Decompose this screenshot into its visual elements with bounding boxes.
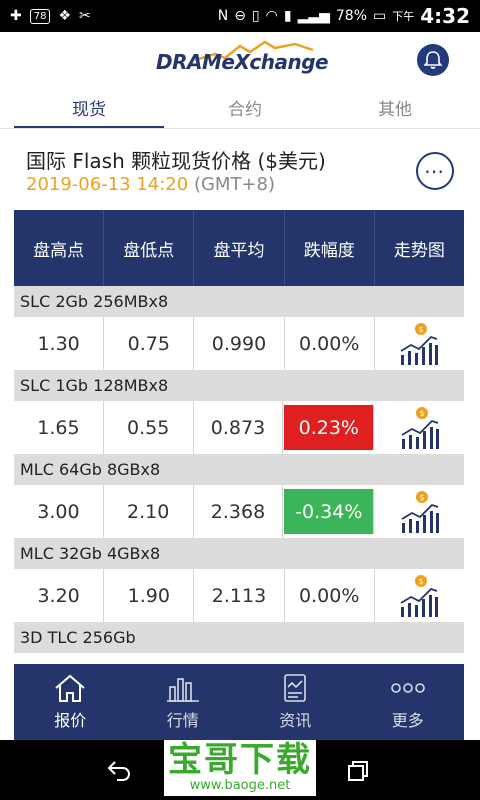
watermark: 宝哥下载 www.baoge.net (164, 740, 316, 796)
watermark-title: 宝哥下载 (168, 740, 312, 780)
cell-avg: 0.873 (194, 401, 284, 454)
status-left: ✚ 78 ❖ ✂ (10, 0, 91, 32)
cell-avg: 0.990 (194, 317, 285, 370)
column-header-high[interactable]: 盘高点 (14, 210, 105, 286)
cell-high: 3.00 (14, 485, 104, 538)
notification-badge: 78 (29, 8, 51, 24)
battery-icon: ▭ (373, 8, 387, 24)
cell-trend[interactable]: $ (375, 485, 464, 538)
cell-high: 1.30 (14, 317, 105, 370)
table-row[interactable]: 1.65 0.55 0.873 0.23% $ (14, 401, 464, 454)
tabs-divider (0, 128, 480, 129)
cell-change-up: 0.23% (284, 405, 375, 450)
cell-high: 3.20 (14, 569, 105, 622)
cell-trend[interactable]: $ (375, 569, 464, 622)
logo: DRAMeXchange (156, 50, 329, 74)
cell-high: 1.65 (14, 401, 104, 454)
column-header-avg[interactable]: 盘平均 (194, 210, 285, 286)
watermark-url: www.baoge.net (189, 778, 291, 793)
svg-text:$: $ (419, 577, 424, 586)
table-row[interactable]: 3.00 2.10 2.368 -0.34% $ (14, 485, 464, 538)
nav-label: 行情 (166, 711, 199, 730)
nav-market[interactable]: 行情 (127, 664, 240, 740)
svg-text:$: $ (419, 493, 424, 502)
trend-chart-icon: $ (401, 406, 439, 449)
cell-trend[interactable]: $ (375, 317, 464, 370)
svg-text:$: $ (419, 325, 424, 334)
sim-icon: ▮ (283, 8, 292, 24)
nav-label: 资讯 (279, 711, 312, 730)
wifi-icon: ◠ (265, 8, 278, 24)
cell-trend[interactable]: $ (375, 401, 464, 454)
cell-low: 2.10 (104, 485, 194, 538)
bottom-nav: 报价 行情 资讯 更多 (14, 664, 464, 740)
more-options-button[interactable]: ⋯ (416, 152, 454, 190)
page-datetime: 2019-06-13 14:20 (GMT+8) (26, 174, 275, 195)
column-header-trend: 走势图 (393, 240, 445, 261)
vibrate-icon: ▯ (251, 8, 260, 24)
mute-icon: ✂ (79, 8, 91, 24)
price-table: 盘高点 盘低点 盘平均 跌幅度 走势图 SLC 2Gb 256MBx8 1.30… (14, 210, 464, 653)
back-icon[interactable] (107, 758, 133, 782)
tab-contract[interactable]: 合约 (170, 92, 320, 128)
bar-chart-icon (166, 678, 199, 702)
nav-quotes[interactable]: 报价 (14, 664, 127, 740)
home-icon (55, 674, 85, 702)
active-tab-indicator (14, 126, 164, 128)
signal-icon: ▂▃▅ (297, 8, 330, 24)
nav-label: 更多 (391, 711, 424, 730)
clock: 4:32 (420, 4, 470, 28)
time-prefix: 下午 (392, 10, 415, 23)
table-header: 盘高点 盘低点 盘平均 跌幅度 走势图 (14, 210, 464, 286)
timezone: (GMT+8) (193, 174, 275, 195)
app-icon: ❖ (58, 8, 72, 24)
trend-chart-icon: $ (400, 574, 439, 617)
table-row[interactable]: 1.30 0.75 0.990 0.00% $ (14, 317, 464, 370)
notification-button[interactable] (417, 44, 449, 76)
cell-change: 0.00% (285, 569, 375, 622)
product-section-header: 3D TLC 256Gb (14, 622, 464, 653)
column-header-change[interactable]: 跌幅度 (285, 210, 375, 286)
tab-other[interactable]: 其他 (320, 92, 470, 128)
product-section-header: MLC 32Gb 4GBx8 (14, 538, 464, 569)
news-icon (284, 674, 307, 702)
cell-low: 0.75 (104, 317, 195, 370)
product-section-header: MLC 64Gb 8GBx8 (14, 454, 464, 485)
cell-change: 0.00% (285, 317, 375, 370)
trend-chart-icon: $ (401, 490, 439, 533)
update-time: 2019-06-13 14:20 (26, 174, 189, 195)
product-section-header: SLC 1Gb 128MBx8 (14, 370, 464, 401)
add-icon: ✚ (10, 8, 22, 24)
tab-bar: 现货 合约 其他 (0, 92, 480, 130)
bell-icon (424, 51, 442, 69)
more-icon: ⋯ (424, 159, 446, 183)
cell-low: 0.55 (104, 401, 194, 454)
status-bar: ✚ 78 ❖ ✂ N ⊖ ▯ ◠ ▮ ▂▃▅ 78% ▭ 下午 4:32 (0, 0, 480, 32)
tab-spot[interactable]: 现货 (14, 92, 164, 128)
nfc-icon: N (217, 8, 229, 24)
column-header-low[interactable]: 盘低点 (104, 210, 195, 286)
nav-label: 报价 (54, 711, 87, 730)
cell-avg: 2.113 (194, 569, 285, 622)
more-dots-icon (390, 683, 425, 693)
svg-text:$: $ (419, 409, 424, 418)
trend-chart-icon: $ (400, 322, 439, 365)
cell-avg: 2.368 (194, 485, 284, 538)
nav-more[interactable]: 更多 (352, 664, 465, 740)
status-right: N ⊖ ▯ ◠ ▮ ▂▃▅ 78% ▭ 下午 4:32 (218, 0, 470, 32)
cell-change-down: -0.34% (284, 489, 375, 534)
dnd-icon: ⊖ (234, 8, 246, 24)
page-title: 国际 Flash 颗粒现货价格 ($美元) (26, 149, 326, 173)
table-row[interactable]: 3.20 1.90 2.113 0.00% $ (14, 569, 464, 622)
nav-news[interactable]: 资讯 (239, 664, 352, 740)
recent-apps-icon[interactable] (347, 760, 369, 782)
cell-low: 1.90 (104, 569, 195, 622)
battery-percent: 78% (335, 8, 368, 24)
product-section-header: SLC 2Gb 256MBx8 (14, 286, 464, 317)
